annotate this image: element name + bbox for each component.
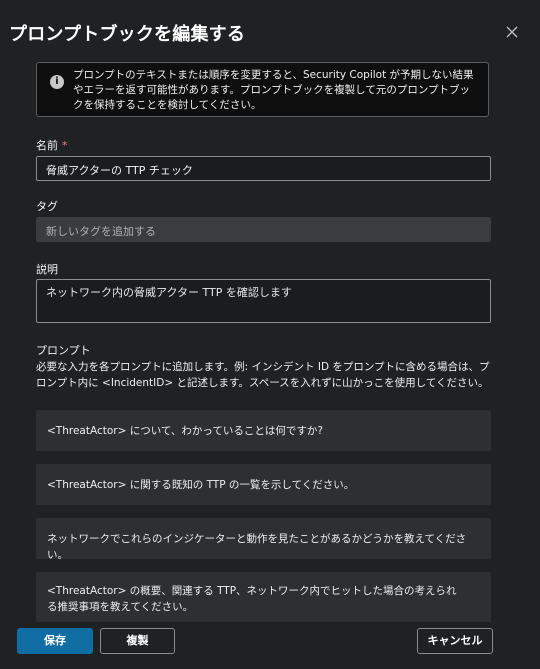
prompts-help-text: 必要な入力を各プロンプトに追加します。例: インシデント ID をプロンプトに含… xyxy=(36,361,490,389)
prompt-card-4[interactable]: <ThreatActor> の概要、関連する TTP、ネットワーク内でヒットした… xyxy=(36,572,491,624)
required-mark: * xyxy=(62,139,68,152)
name-field[interactable]: 脅威アクターの TTP チェック xyxy=(36,156,491,181)
description-label: 説明 xyxy=(36,263,58,276)
prompt-card-2[interactable]: <ThreatActor> に関する既知の TTP の一覧を示してください。 xyxy=(36,464,491,505)
close-icon[interactable] xyxy=(500,20,524,44)
description-field[interactable]: ネットワーク内の脅威アクター TTP を確認します xyxy=(36,279,491,323)
cancel-button[interactable]: キャンセル xyxy=(417,628,493,654)
prompt-text: ネットワークでこれらのインジケーターと動作を見たことがあるかどうかを教えてくださ… xyxy=(47,533,467,561)
name-label: 名前 * xyxy=(36,137,68,153)
edit-promptbook-dialog: プロンプトブックを編集する i プロンプトのテキストまたは順序を変更すると、Se… xyxy=(0,0,540,669)
info-icon: i xyxy=(50,75,64,89)
duplicate-button[interactable]: 複製 xyxy=(100,628,175,654)
prompt-card-3[interactable]: ネットワークでこれらのインジケーターと動作を見たことがあるかどうかを教えてくださ… xyxy=(36,518,491,561)
name-label-text: 名前 xyxy=(36,139,58,152)
tag-label: タグ xyxy=(36,200,58,213)
tag-placeholder: 新しいタグを追加する xyxy=(46,225,156,238)
prompt-text: <ThreatActor> に関する既知の TTP の一覧を示してください。 xyxy=(47,479,355,491)
save-button[interactable]: 保存 xyxy=(17,628,93,654)
prompt-text: <ThreatActor> の概要、関連する TTP、ネットワーク内でヒットした… xyxy=(47,585,457,613)
prompts-label: プロンプト xyxy=(36,344,91,357)
prompt-card-1[interactable]: <ThreatActor> について、わかっていることは何ですか? xyxy=(36,410,491,451)
description-value: ネットワーク内の脅威アクター TTP を確認します xyxy=(46,286,292,299)
dialog-title: プロンプトブックを編集する xyxy=(9,24,246,45)
tag-input[interactable]: 新しいタグを追加する xyxy=(36,217,491,242)
warning-notice: i プロンプトのテキストまたは順序を変更すると、Security Copilot… xyxy=(36,62,489,117)
notice-text: プロンプトのテキストまたは順序を変更すると、Security Copilot が… xyxy=(73,69,474,111)
name-field-value: 脅威アクターの TTP チェック xyxy=(46,164,193,177)
prompt-text: <ThreatActor> について、わかっていることは何ですか? xyxy=(47,425,323,437)
